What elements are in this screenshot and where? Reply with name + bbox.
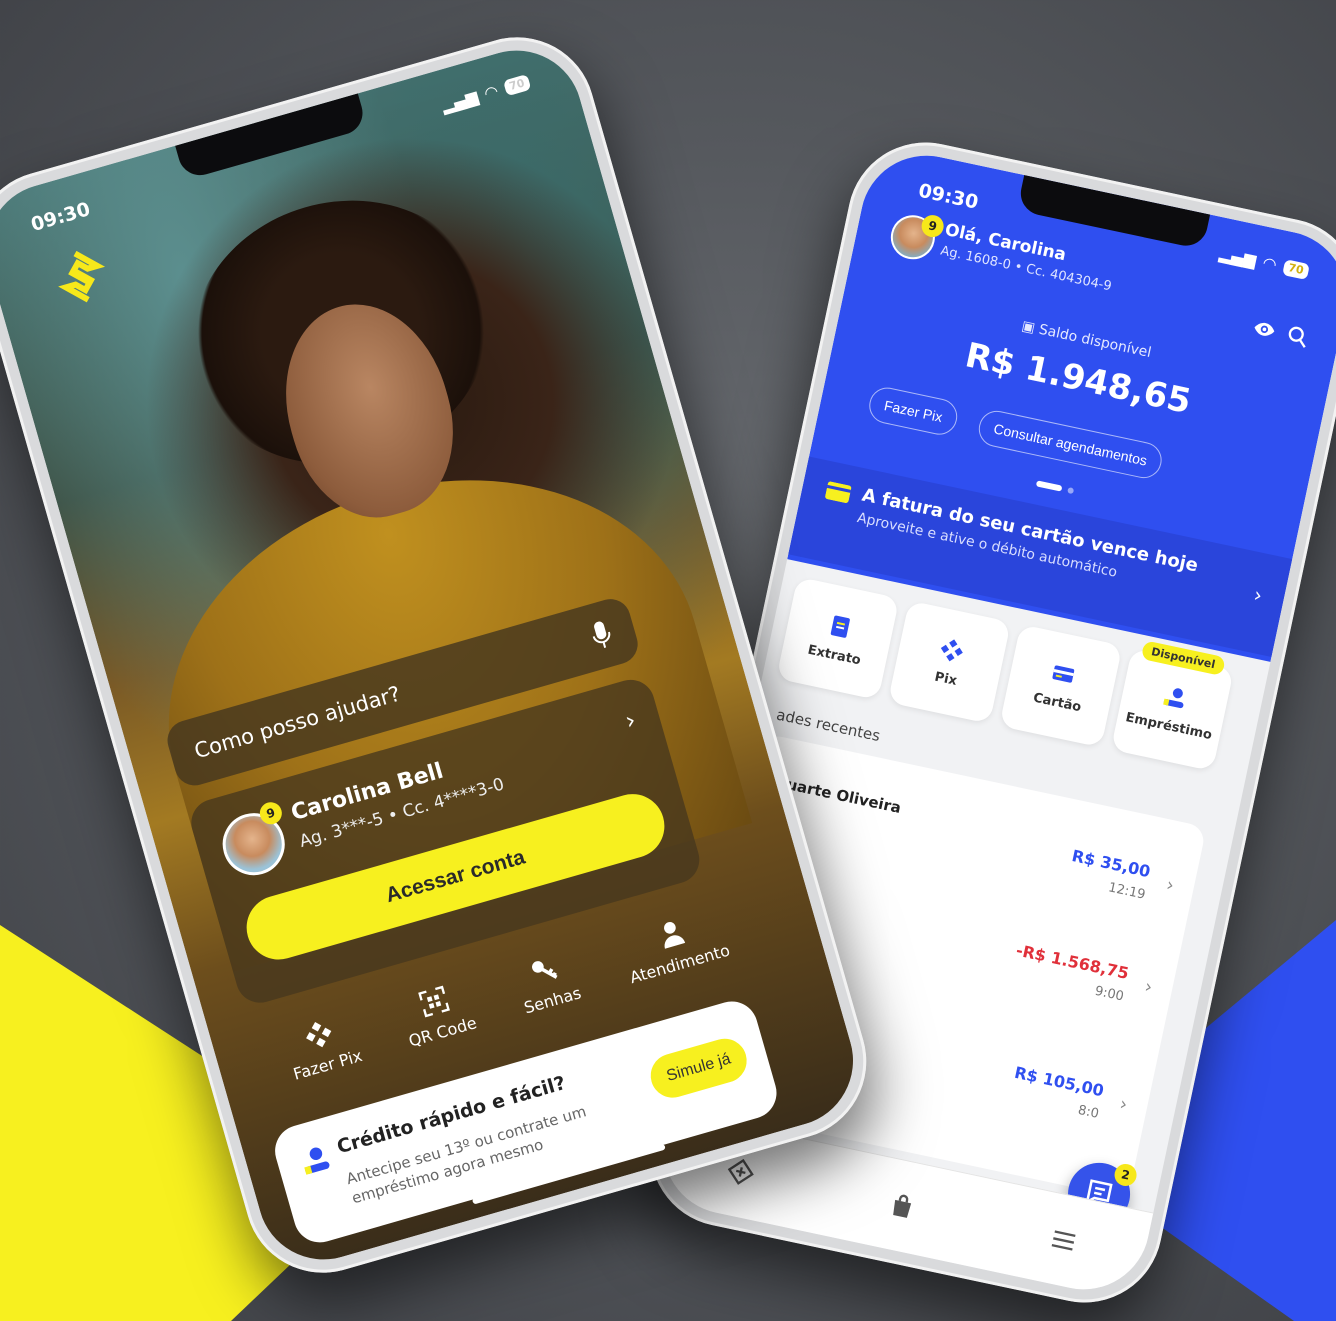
card-icon (1052, 665, 1075, 683)
wifi-icon: ◠ (1261, 252, 1278, 275)
tx-time: 8:0 (1076, 1102, 1101, 1122)
quick-action-label: Fazer Pix (291, 1045, 365, 1084)
tile-cartao[interactable]: Cartão (999, 624, 1123, 748)
quick-action-support[interactable]: Atendimento (618, 906, 732, 987)
notch (175, 93, 368, 181)
pix-icon (306, 1021, 332, 1048)
qr-code-icon (418, 985, 450, 1018)
tile-label: Cartão (1031, 690, 1083, 715)
tx-amount: -R$ 1.568,75 (1014, 940, 1131, 983)
quick-action-passwords[interactable]: Senhas (512, 949, 583, 1018)
loan-icon (1163, 687, 1184, 708)
tile-pix[interactable]: Pix (887, 600, 1012, 724)
tx-time: 9:00 (1093, 983, 1126, 1005)
key-icon (532, 961, 558, 979)
tx-amount: R$ 35,00 (1070, 846, 1153, 882)
battery-icon: 70 (1281, 258, 1311, 280)
battery-icon: 70 (502, 73, 532, 96)
status-time: 09:30 (28, 198, 93, 237)
shopping-bag-icon[interactable] (886, 1190, 919, 1223)
tile-emprestimo[interactable]: Disponível Empréstimo (1110, 640, 1235, 772)
quick-action-pix[interactable]: Fazer Pix (281, 1011, 365, 1084)
tile-label: Pix (933, 669, 959, 689)
notification-badge: 9 (257, 799, 285, 827)
avatar: 9 (215, 799, 293, 883)
chevron-right-icon: › (1117, 1093, 1130, 1116)
credit-card-icon (825, 481, 852, 504)
menu-icon[interactable] (1047, 1224, 1080, 1257)
chevron-right-icon: › (1164, 874, 1176, 897)
tile-extrato[interactable]: Extrato (776, 576, 900, 701)
document-icon (830, 615, 850, 638)
chevron-right-icon: › (1142, 976, 1155, 999)
tile-label: Extrato (806, 642, 863, 668)
quick-action-label: QR Code (406, 1013, 479, 1051)
signal-icon: ▂▄▆ (439, 86, 481, 116)
loan-icon (304, 1147, 330, 1175)
tx-amount: R$ 105,00 (1012, 1062, 1106, 1101)
tx-time: 12:19 (1106, 880, 1147, 903)
status-bar-icons: ▂▄▆ ◠ 70 (439, 72, 532, 116)
quick-action-qr[interactable]: QR Code (397, 979, 479, 1051)
quick-action-label: Senhas (521, 983, 584, 1018)
bb-logo-icon (58, 250, 106, 303)
quick-action-label: Atendimento (627, 940, 732, 988)
chevron-right-icon: › (1251, 582, 1265, 608)
search-icon[interactable] (1285, 323, 1311, 349)
pix-icon (940, 638, 963, 661)
eye-icon[interactable] (1251, 316, 1277, 342)
simulate-button[interactable]: Simule já (645, 1033, 752, 1103)
chevron-right-icon[interactable]: › (622, 706, 639, 736)
tile-label: Empréstimo (1124, 709, 1214, 743)
support-icon (663, 922, 685, 949)
microphone-icon[interactable] (589, 619, 614, 651)
wifi-icon: ◠ (482, 81, 500, 103)
bb-logo-icon[interactable] (725, 1155, 758, 1188)
